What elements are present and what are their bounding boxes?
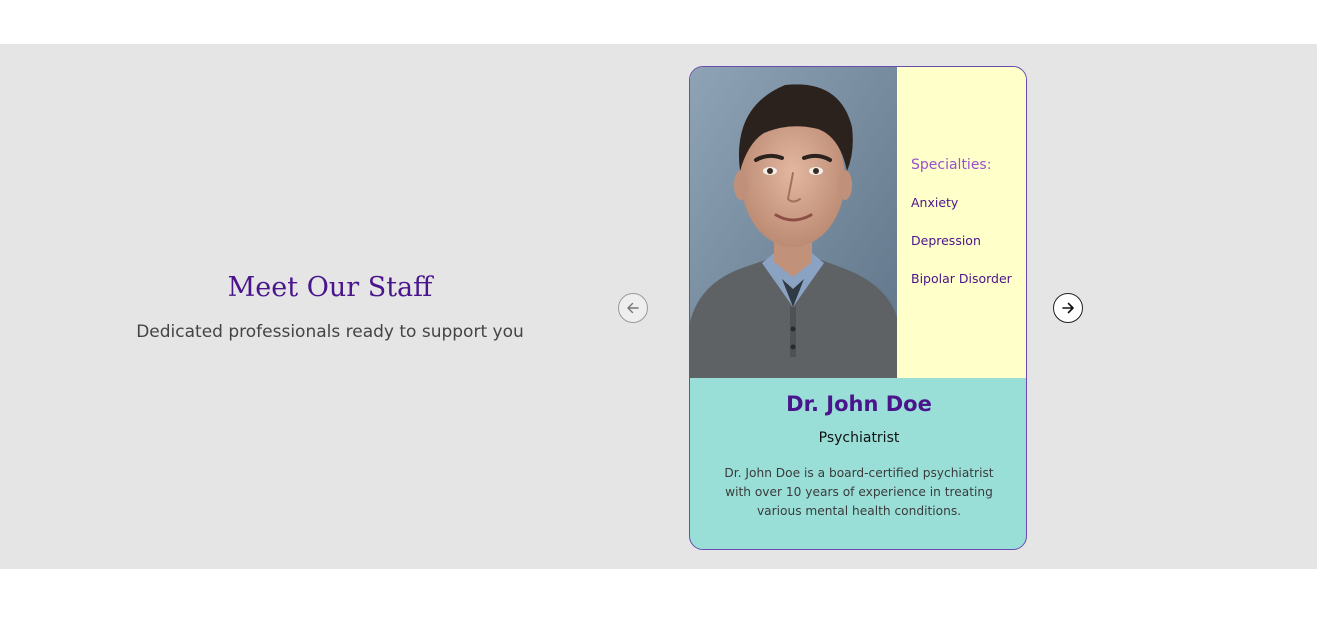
arrow-left-icon (627, 302, 639, 314)
specialty-item: Bipolar Disorder (911, 271, 1012, 286)
staff-bio: Dr. John Doe is a board-certified psychi… (724, 466, 994, 518)
staff-role: Psychiatrist (818, 430, 900, 446)
section-subtitle: Dedicated professionals ready to support… (136, 322, 524, 342)
staff-intro: Meet Our Staff Dedicated professionals r… (80, 266, 580, 342)
specialties-panel: Specialties: Anxiety Depression Bipolar … (897, 67, 1026, 378)
staff-card[interactable]: Specialties: Anxiety Depression Bipolar … (689, 66, 1027, 550)
specialties-list: Anxiety Depression Bipolar Disorder (911, 195, 1026, 287)
carousel-next-button[interactable] (1053, 293, 1083, 323)
specialty-item: Depression (911, 233, 981, 248)
section-title: Meet Our Staff (227, 272, 433, 303)
specialty-item: Anxiety (911, 195, 959, 210)
staff-info: Dr. John Doe Psychiatrist Dr. John Doe i… (690, 378, 1026, 549)
carousel-prev-button[interactable] (618, 293, 648, 323)
staff-name: Dr. John Doe (786, 392, 932, 416)
arrow-right-icon (1062, 302, 1074, 314)
staff-photo (690, 67, 897, 378)
specialties-heading: Specialties: (911, 157, 992, 173)
